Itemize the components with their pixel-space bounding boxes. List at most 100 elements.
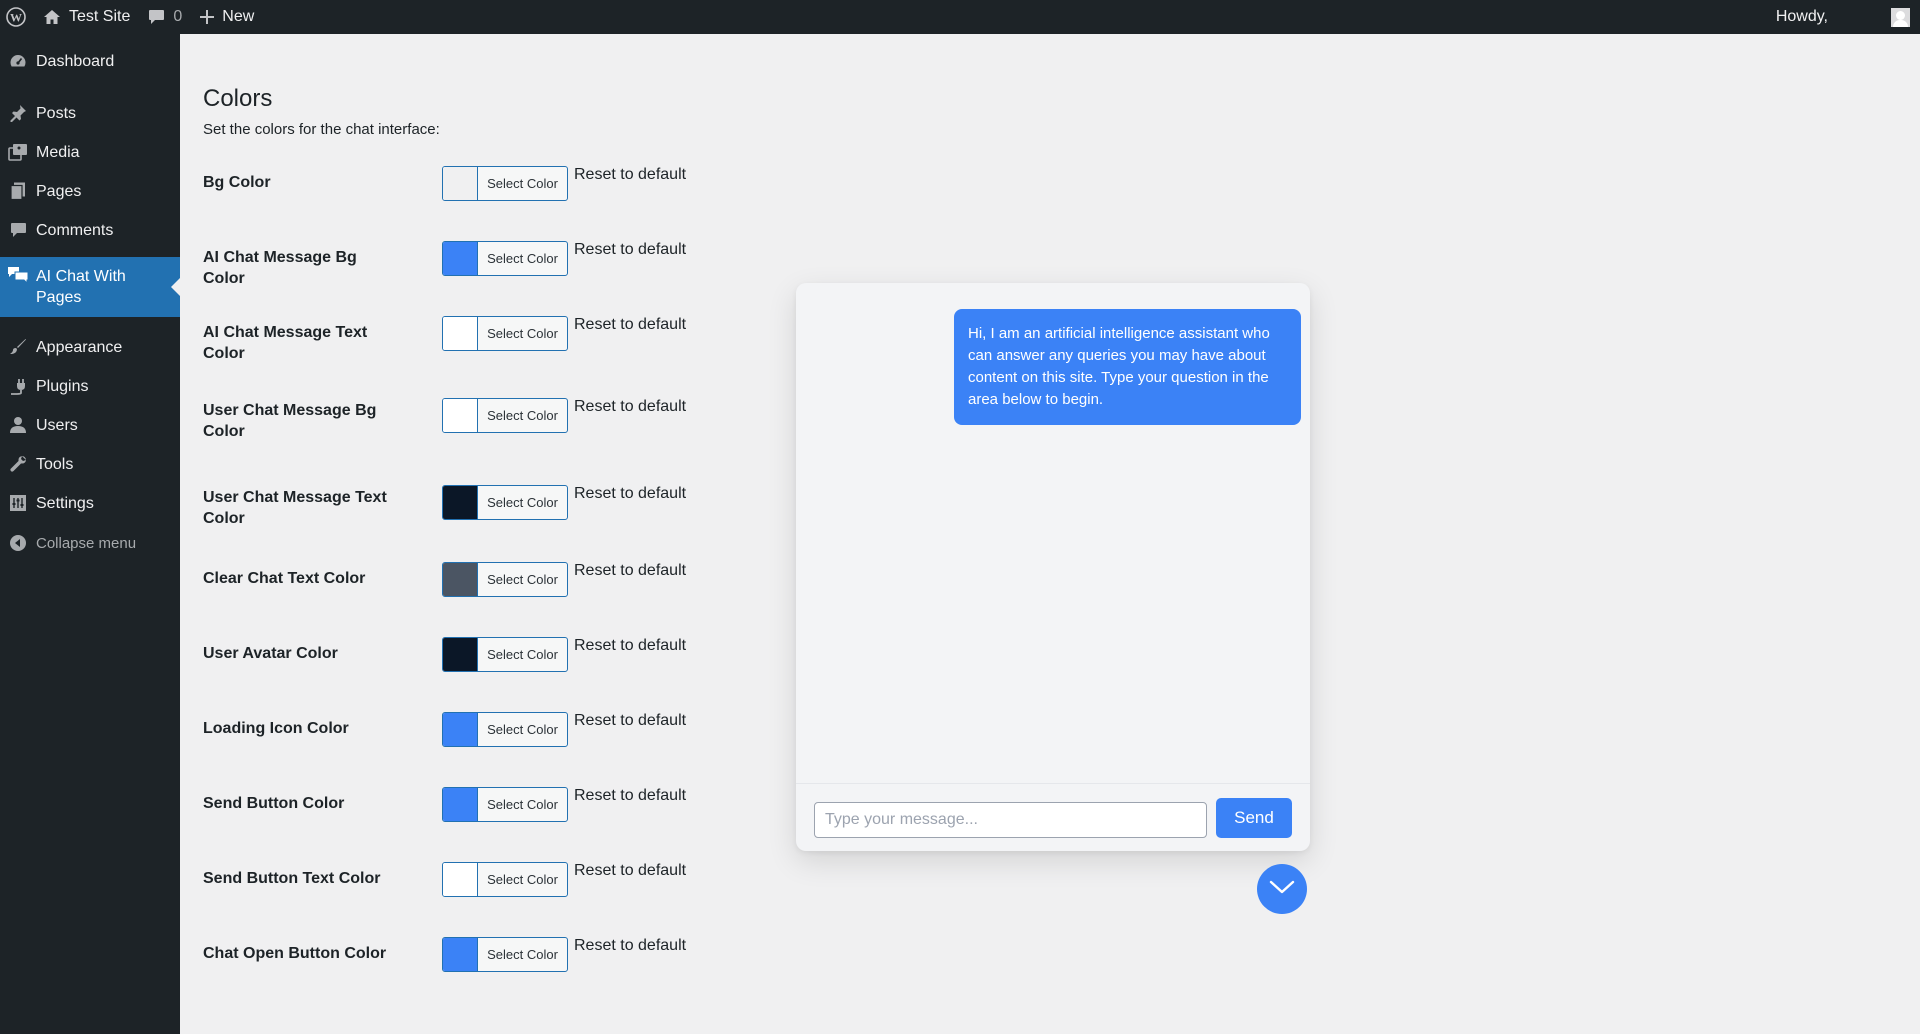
sidebar-item-label: Tools [36,455,74,473]
dashboard-icon [0,52,36,70]
sidebar-item-appearance[interactable]: Appearance [0,330,180,364]
sidebar-item-ai-chat-with-pages[interactable]: AI Chat With Pages [0,257,180,317]
color-setting-label: AI Chat Message Bg Color [203,249,357,287]
select-color-button[interactable]: Select Color [442,166,568,201]
color-swatch [443,242,478,275]
reset-to-default-link[interactable]: Reset to default [574,637,686,655]
color-setting-label: User Chat Message Bg Color [203,402,377,440]
sidebar-item-tools[interactable]: Tools [0,447,180,481]
sidebar-item-plugins[interactable]: Plugins [0,369,180,403]
select-color-button[interactable]: Select Color [442,787,568,822]
select-color-button[interactable]: Select Color [442,862,568,897]
sidebar-item-label: Media [36,143,80,161]
reset-to-default-link[interactable]: Reset to default [574,316,686,334]
sidebar-item-label: Posts [36,104,77,122]
sidebar-item-settings[interactable]: Settings [0,486,180,520]
reset-to-default-link[interactable]: Reset to default [574,712,686,730]
sidebar-item-dashboard[interactable]: Dashboard [0,44,180,78]
site-home-link[interactable]: Test Site [34,0,139,34]
select-color-label: Select Color [487,947,558,962]
wordpress-logo-icon[interactable]: W [0,0,34,34]
comment-bubble-icon [148,9,165,25]
sidebar-item-media[interactable]: Media [0,135,180,169]
select-color-button[interactable]: Select Color [442,712,568,747]
comments-link[interactable]: 0 [139,0,191,34]
select-color-label: Select Color [487,495,558,510]
color-swatch [443,638,478,671]
new-content-link[interactable]: New [191,0,263,34]
sidebar-item-label: Plugins [36,377,89,395]
chevron-down-icon [1268,878,1296,901]
sidebar-item-label: Settings [36,494,94,512]
select-color-label: Select Color [487,722,558,737]
select-color-label: Select Color [487,408,558,423]
sidebar-item-posts[interactable]: Posts [0,96,180,130]
select-color-button[interactable]: Select Color [442,241,568,276]
select-color-button[interactable]: Select Color [442,316,568,351]
select-color-button[interactable]: Select Color [442,562,568,597]
howdy-greeting[interactable]: Howdy, [1776,8,1828,26]
select-color-label: Select Color [487,647,558,662]
home-icon [43,9,61,25]
select-color-label: Select Color [487,797,558,812]
chat-open-button[interactable] [1257,864,1307,914]
select-color-label: Select Color [487,176,558,191]
wrench-icon [0,455,36,473]
sidebar-item-label: Comments [36,221,114,239]
color-setting-label: Send Button Text Color [203,870,381,887]
color-swatch [443,713,478,746]
sidebar-item-label: Pages [36,182,82,200]
select-color-button[interactable]: Select Color [442,485,568,520]
site-name: Test Site [69,8,131,25]
select-color-label: Select Color [487,872,558,887]
comment-icon [0,222,36,238]
user-avatar-icon[interactable] [1891,7,1910,27]
sidebar-item-comments[interactable]: Comments [0,213,180,247]
sidebar-item-pages[interactable]: Pages [0,174,180,208]
color-swatch [443,938,478,971]
reset-to-default-link[interactable]: Reset to default [574,398,686,416]
reset-to-default-link[interactable]: Reset to default [574,485,686,503]
new-label: New [222,8,255,25]
select-color-label: Select Color [487,251,558,266]
reset-to-default-link[interactable]: Reset to default [574,787,686,805]
sidebar-item-label: Dashboard [36,52,115,70]
chat-icon [0,257,36,284]
color-setting-label: User Chat Message Text Color [203,489,387,527]
chat-message-input[interactable] [814,802,1207,838]
sidebar-item-label: Users [36,416,78,434]
reset-to-default-link[interactable]: Reset to default [574,241,686,259]
collapse-menu-button[interactable]: Collapse menu [0,526,180,560]
select-color-button[interactable]: Select Color [442,637,568,672]
plus-icon [200,10,215,24]
color-setting-label: Bg Color [203,174,271,191]
select-color-button[interactable]: Select Color [442,937,568,972]
sidebar-item-users[interactable]: Users [0,408,180,442]
reset-to-default-link[interactable]: Reset to default [574,166,686,184]
ai-chat-message: Hi, I am an artificial intelligence assi… [954,309,1301,425]
chat-input-bar: Send [796,783,1310,851]
media-icon [0,143,36,161]
select-color-label: Select Color [487,326,558,341]
color-setting-label: Clear Chat Text Color [203,570,366,587]
color-swatch [443,167,478,200]
reset-to-default-link[interactable]: Reset to default [574,937,686,955]
sidebar-item-label: AI Chat With Pages [36,268,126,306]
color-swatch [443,788,478,821]
plugin-icon [0,377,36,395]
select-color-label: Select Color [487,572,558,587]
color-setting-label: User Avatar Color [203,645,338,662]
collapse-arrow-icon [0,534,36,552]
select-color-button[interactable]: Select Color [442,398,568,433]
color-swatch [443,399,478,432]
reset-to-default-link[interactable]: Reset to default [574,862,686,880]
color-swatch [443,863,478,896]
admin-sidebar: Dashboard Posts Media Pages Comments AI … [0,34,180,1034]
color-setting-label: Send Button Color [203,795,345,812]
color-swatch [443,317,478,350]
pages-icon [0,182,36,200]
reset-to-default-link[interactable]: Reset to default [574,562,686,580]
page-description: Set the colors for the chat interface: [203,121,440,138]
color-setting-label: Chat Open Button Color [203,945,387,962]
send-button[interactable]: Send [1216,798,1292,838]
